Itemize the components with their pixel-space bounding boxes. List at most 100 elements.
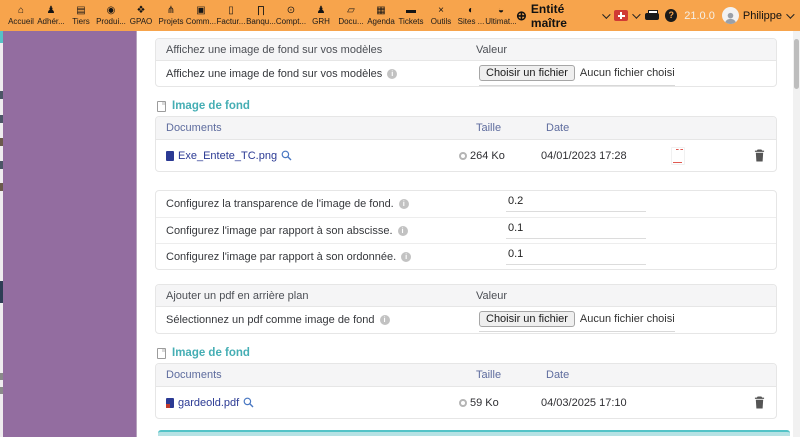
chevron-down-icon (632, 9, 641, 19)
main-nav: ⌂ Accueil ♟ Adhér... ▤ Tiers ◉ Produi...… (6, 5, 517, 26)
purple-side-panel[interactable] (3, 31, 137, 437)
nav-item-gpao[interactable]: ❖ GPAO (126, 5, 156, 26)
language-selector[interactable] (614, 9, 641, 21)
transparency-input[interactable] (506, 195, 646, 212)
page-icon (157, 100, 166, 112)
hr-person-icon: ♟ (316, 5, 326, 16)
value-column-header: Valeur (476, 43, 507, 56)
user-menu[interactable]: Philippe (721, 7, 795, 24)
documents-section-heading-2: Image de fond (157, 347, 777, 359)
nav-item-produits[interactable]: ◉ Produi... (96, 5, 126, 26)
ordinate-row: Configurez l'image par rapport à son ord… (156, 243, 776, 269)
scrollbar-thumb[interactable] (794, 39, 799, 89)
invoice-icon: ▯ (228, 5, 234, 16)
document-row: gardeold.pdf 59 Ko 04/03/2025 17:10 (156, 387, 776, 418)
calendar-icon: ▦ (376, 5, 386, 16)
col-taille: Taille (476, 369, 502, 381)
col-taille: Taille (476, 122, 502, 134)
members-icon: ♟ (46, 5, 56, 16)
value-column-header: Valeur (476, 289, 507, 302)
globe-icon: ⊕ (516, 7, 527, 23)
pdf-card-header: Ajouter un pdf en arrière plan Valeur (156, 285, 776, 307)
vertical-scrollbar[interactable] (793, 31, 800, 437)
third-parties-icon: ▤ (76, 5, 86, 16)
accounting-search-icon: ⊙ (286, 5, 296, 16)
file-status-text: Aucun fichier choisi (579, 313, 675, 325)
file-date-cell: 04/01/2023 17:28 (541, 149, 627, 162)
documents-section-heading-1: Image de fond (157, 100, 777, 112)
document-link[interactable]: Exe_Entete_TC.png (166, 150, 277, 162)
documents-table-1: Documents Taille Date Exe_Entete_TC.png … (155, 116, 777, 172)
model-image-file-input: Choisir un fichier Aucun fichier choisi (479, 65, 675, 86)
documents-table-2-header: Documents Taille Date (156, 364, 776, 387)
image-file-icon (166, 150, 174, 161)
info-icon[interactable] (379, 315, 390, 325)
broken-thumbnail (671, 146, 685, 165)
file-date-cell: 04/03/2025 17:10 (541, 396, 627, 409)
document-row: Exe_Entete_TC.png 264 Ko 04/01/2023 17:2… (156, 140, 776, 171)
file-status-text: Aucun fichier choisi (579, 67, 675, 79)
info-icon[interactable] (397, 225, 408, 236)
nav-item-adherents[interactable]: ♟ Adhér... (36, 5, 66, 26)
image-settings-card: Configurez la transparence de l'image de… (155, 190, 777, 270)
nav-item-tickets[interactable]: ▬ Tickets (396, 5, 426, 26)
tools-icon: × (438, 5, 444, 16)
delete-icon[interactable] (754, 396, 765, 409)
transparency-row: Configurez la transparence de l'image de… (156, 191, 776, 217)
nav-item-outils[interactable]: × Outils (426, 5, 456, 26)
info-icon[interactable] (401, 251, 412, 262)
pdf-file-icon (166, 397, 174, 408)
projects-icon: ⋔ (166, 5, 176, 16)
info-icon[interactable] (387, 68, 398, 79)
ticket-icon: ▬ (406, 5, 416, 16)
abscissa-row: Configurez l'image par rapport à son abs… (156, 217, 776, 243)
nav-item-documents[interactable]: ▱ Docu... (336, 5, 366, 26)
zoom-preview-icon[interactable] (281, 150, 292, 161)
nav-item-comptabilite[interactable]: ⊙ Compt... (276, 5, 306, 26)
file-size-cell: 59 Ko (459, 397, 499, 409)
ordinate-input[interactable] (506, 248, 646, 265)
abscissa-input[interactable] (506, 222, 646, 239)
nav-item-commerce[interactable]: ▣ Comm... (186, 5, 216, 26)
help-icon[interactable]: ? (665, 9, 678, 22)
chevron-down-icon (786, 9, 795, 19)
col-date: Date (546, 122, 570, 134)
choose-file-button[interactable]: Choisir un fichier (479, 65, 575, 81)
nav-item-grh[interactable]: ♟ GRH (306, 5, 336, 26)
pdf-file-row: Sélectionnez un pdf comme image de fond … (156, 307, 776, 333)
chevron-down-icon (601, 9, 610, 19)
next-section-bar[interactable] (158, 430, 790, 436)
size-icon (459, 151, 467, 160)
nav-item-projets[interactable]: ⋔ Projets (156, 5, 186, 26)
products-icon: ◉ (106, 5, 116, 16)
choose-file-button[interactable]: Choisir un fichier (479, 311, 575, 327)
swiss-flag-icon (614, 10, 629, 21)
top-navigation-bar: ⌂ Accueil ♟ Adhér... ▤ Tiers ◉ Produi...… (0, 0, 800, 31)
zoom-preview-icon[interactable] (243, 397, 254, 408)
model-image-card: Affichez une image de fond sur vos modèl… (155, 38, 777, 87)
size-icon (459, 398, 467, 407)
nav-item-tiers[interactable]: ▤ Tiers (66, 5, 96, 26)
bank-icon: ∏ (256, 5, 266, 16)
nav-item-banques[interactable]: ∏ Banqu... (246, 5, 276, 26)
nav-item-agenda[interactable]: ▦ Agenda (366, 5, 396, 26)
nav-item-ultimate[interactable]: ◒ Ultimat... (485, 5, 517, 26)
document-link[interactable]: gardeold.pdf (166, 397, 239, 409)
info-icon[interactable] (398, 199, 409, 209)
delete-icon[interactable] (754, 149, 765, 162)
documents-table-1-header: Documents Taille Date (156, 117, 776, 140)
model-image-card-header: Affichez une image de fond sur vos modèl… (156, 39, 776, 61)
col-date: Date (546, 369, 570, 381)
pdf-file-input: Choisir un fichier Aucun fichier choisi (479, 311, 675, 332)
print-icon[interactable] (645, 9, 660, 22)
nav-item-sites[interactable]: ◐ Sites ... (456, 5, 486, 26)
entity-selector[interactable]: ⊕ Entité maître (516, 2, 610, 30)
model-image-row: Affichez une image de fond sur vos modèl… (156, 61, 776, 86)
briefcase-icon: ▣ (196, 5, 206, 16)
nav-item-factures[interactable]: ▯ Factur... (216, 5, 246, 26)
folder-icon: ▱ (347, 5, 355, 16)
nav-item-accueil[interactable]: ⌂ Accueil (6, 5, 36, 26)
col-documents: Documents (166, 369, 222, 381)
topbar-right-controls: ⊕ Entité maître ? 21.0.0 Philippe (516, 2, 795, 30)
ultimate-icon: ◒ (497, 5, 505, 16)
